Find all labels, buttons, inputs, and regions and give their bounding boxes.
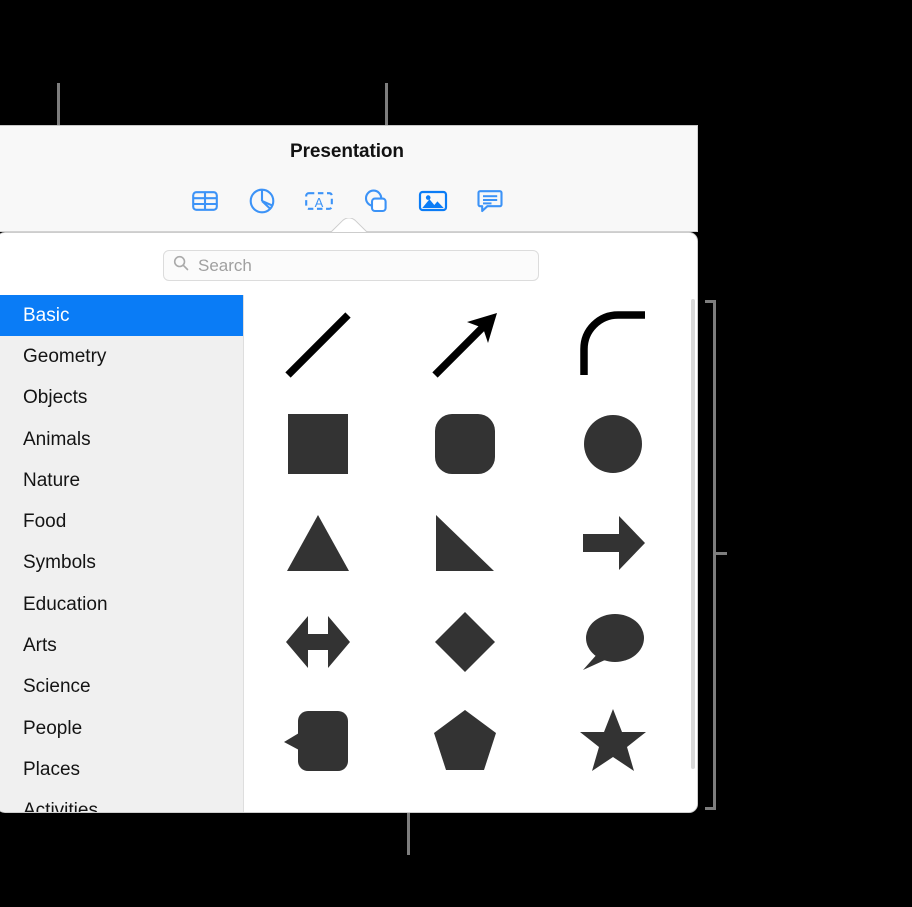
sidebar-item-label: Places [23,758,81,780]
triangle-shape-icon [282,507,354,579]
sidebar-item-label: Geometry [23,345,107,367]
shapes-popover: Search Basic Geometry Objects Animals Na… [0,232,698,813]
sidebar-item-label: Food [23,511,67,533]
toolbar-button-chart[interactable] [244,184,280,218]
shape-icon [362,187,390,215]
sidebar-item-label: Nature [23,469,81,491]
sidebar-item-label: Objects [23,387,88,409]
sidebar-item-label: Science [23,676,91,698]
sidebar-item-geometry[interactable]: Geometry [0,336,243,377]
sidebar-item-nature[interactable]: Nature [0,460,243,501]
double-arrow-shape-icon [282,606,354,678]
svg-text:A: A [314,195,323,210]
popover-body: Basic Geometry Objects Animals Nature Fo… [0,295,697,812]
sidebar-item-label: Basic [23,304,70,326]
right-triangle-shape-icon [429,507,501,579]
shape-block-arrow[interactable] [539,493,687,592]
sidebar-item-label: Arts [23,635,57,657]
chart-icon [248,187,276,215]
table-icon [191,188,219,214]
shape-pentagon[interactable] [392,691,540,790]
line-shape-icon [280,307,356,383]
shapes-scrollbar[interactable] [691,299,695,769]
toolbar-button-media[interactable] [415,184,451,218]
sidebar-item-label: Symbols [23,552,96,574]
shape-speech-bubble[interactable] [539,592,687,691]
sidebar-item-people[interactable]: People [0,708,243,749]
shape-line[interactable] [244,295,392,394]
search-bar: Search [0,233,697,295]
star-shape-icon [577,705,649,777]
shapes-pane [244,295,697,812]
toolbar-button-text[interactable]: A [301,184,337,218]
shape-square[interactable] [244,394,392,493]
rounded-square-shape-icon [429,408,501,480]
toolbar-button-comment[interactable] [472,184,508,218]
sidebar-item-education[interactable]: Education [0,584,243,625]
sidebar-item-food[interactable]: Food [0,501,243,542]
sidebar-item-label: Animals [23,428,91,450]
curved-line-shape-icon [575,307,651,383]
shape-triangle[interactable] [244,493,392,592]
text-icon: A [304,188,334,214]
speech-bubble-shape-icon [577,606,649,678]
sidebar-item-label: People [23,717,83,739]
search-placeholder: Search [198,255,252,275]
callout-brace-spine [713,300,716,810]
callout-brace-stub [713,552,727,555]
callout-shape-icon [282,705,354,777]
sidebar-item-label: Activities [23,800,98,812]
sidebar-item-basic[interactable]: Basic [0,295,243,337]
callout-brace-bottom-arm [705,807,716,810]
callout-brace-top-arm [705,300,716,303]
media-icon [418,188,448,214]
pentagon-shape-icon [429,705,501,777]
app-toolbar: Presentation A [0,125,698,232]
toolbar-button-table[interactable] [187,184,223,218]
comment-icon [476,187,504,215]
sidebar-item-symbols[interactable]: Symbols [0,543,243,584]
page-title: Presentation [290,141,404,162]
sidebar-item-activities[interactable]: Activities [0,791,243,812]
shape-rounded-square[interactable] [392,394,540,493]
circle-shape-icon [577,408,649,480]
shapes-grid [244,295,687,790]
category-sidebar[interactable]: Basic Geometry Objects Animals Nature Fo… [0,295,244,812]
shape-star[interactable] [539,691,687,790]
shape-circle[interactable] [539,394,687,493]
shape-curved-line[interactable] [539,295,687,394]
block-arrow-shape-icon [577,507,649,579]
shape-diamond[interactable] [392,592,540,691]
square-shape-icon [282,408,354,480]
arrow-shape-icon [427,307,503,383]
search-input[interactable]: Search [163,250,539,281]
toolbar-button-shape[interactable] [358,184,394,218]
sidebar-item-places[interactable]: Places [0,749,243,790]
sidebar-item-label: Education [23,593,108,615]
shape-arrow[interactable] [392,295,540,394]
toolbar-button-group: A [0,184,697,218]
shape-double-arrow[interactable] [244,592,392,691]
sidebar-item-arts[interactable]: Arts [0,625,243,666]
search-icon [173,255,189,276]
diamond-shape-icon [429,606,501,678]
shape-callout[interactable] [244,691,392,790]
sidebar-item-animals[interactable]: Animals [0,419,243,460]
shape-right-triangle[interactable] [392,493,540,592]
sidebar-item-objects[interactable]: Objects [0,378,243,419]
sidebar-item-science[interactable]: Science [0,667,243,708]
